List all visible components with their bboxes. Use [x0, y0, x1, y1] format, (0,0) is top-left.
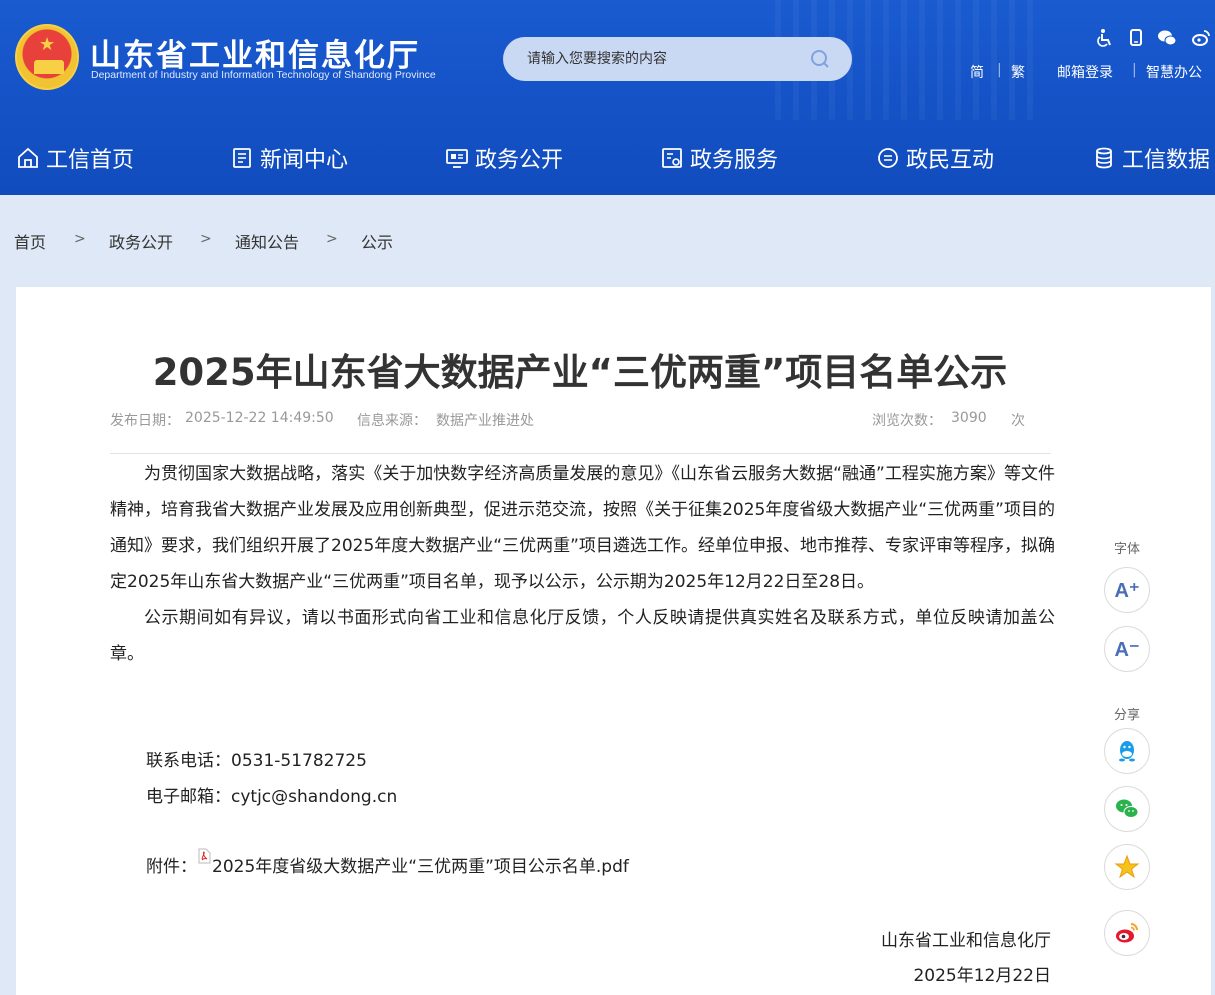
database-icon	[1096, 147, 1112, 169]
search-icon[interactable]	[810, 49, 830, 69]
breadcrumb-gov-affairs[interactable]: 政务公开	[109, 229, 173, 253]
breadcrumb-separator: >	[326, 231, 338, 247]
font-increase-button[interactable]: A⁺	[1104, 567, 1150, 613]
qzone-icon	[1114, 854, 1140, 879]
home-icon	[18, 147, 38, 168]
national-emblem-icon[interactable]: ★	[15, 24, 79, 90]
simplified-chinese-link[interactable]: 简	[970, 62, 984, 82]
breadcrumb-home[interactable]: 首页	[14, 229, 46, 253]
qq-icon	[1119, 741, 1135, 762]
font-decrease-icon: A⁻	[1114, 638, 1140, 661]
attachment-label: 附件：	[146, 857, 197, 877]
article-paragraph: 为贯彻国家大数据战略，落实《关于加快数字经济高质量发展的意见》《山东省云服务大数…	[110, 464, 1055, 592]
chat-icon	[878, 148, 898, 168]
nav-item-data[interactable]: 工信数据	[1092, 135, 1210, 181]
attachment: 附件： 2025年度省级大数据产业“三优两重”项目公示名单.pdf	[146, 848, 629, 877]
weibo-icon[interactable]	[1191, 28, 1211, 48]
search-bar	[503, 37, 852, 81]
signature-date: 2025年12月22日	[913, 966, 1051, 986]
breadcrumb-notices[interactable]: 通知公告	[235, 229, 299, 253]
publish-date-label: 发布日期：	[110, 413, 180, 429]
nav-label: 政务公开	[475, 148, 564, 173]
share-qq-button[interactable]	[1104, 728, 1150, 774]
nav-label: 政民互动	[906, 148, 995, 173]
article-body: 为贯彻国家大数据战略，落实《关于加快数字经济高质量发展的意见》《山东省云服务大数…	[110, 456, 1055, 672]
nav-item-home[interactable]: 工信首页	[16, 135, 134, 181]
phone-value: 0531-51782725	[231, 751, 367, 771]
publish-date: 2025-12-22 14:49:50	[185, 410, 334, 426]
share-wechat-button[interactable]	[1104, 786, 1150, 832]
views-unit: 次	[1011, 413, 1025, 429]
breadcrumb-separator: >	[74, 231, 86, 247]
share-weibo-button[interactable]	[1104, 910, 1150, 956]
main-nav: 工信首页 新闻中心 政务公开 政务服务 政民互动 工信数据	[0, 135, 1215, 185]
accessibility-icon[interactable]	[1094, 28, 1114, 48]
monitor-icon	[446, 149, 468, 168]
phone-label: 联系电话：	[146, 751, 231, 771]
site-subtitle: Department of Industry and Information T…	[91, 69, 436, 81]
nav-label: 新闻中心	[260, 148, 349, 173]
share-qzone-button[interactable]	[1104, 844, 1150, 890]
site-header: ★ 山东省工业和信息化厅 Department of Industry and …	[0, 0, 1215, 195]
meta-divider	[110, 453, 1051, 454]
top-utility-icons	[1090, 28, 1215, 50]
link-divider: |	[997, 62, 1002, 78]
wechat-icon[interactable]	[1157, 28, 1177, 48]
email-label: 电子邮箱：	[146, 787, 231, 807]
breadcrumb-current[interactable]: 公示	[361, 229, 393, 253]
views-label: 浏览次数：	[872, 413, 942, 429]
service-icon	[662, 148, 682, 168]
nav-label: 工信数据	[1122, 148, 1211, 173]
wechat-icon	[1116, 799, 1139, 818]
views-count: 3090	[951, 410, 987, 426]
source: 数据产业推进处	[436, 413, 534, 429]
traditional-chinese-link[interactable]: 繁	[1011, 62, 1025, 82]
link-divider: |	[1132, 62, 1137, 78]
share-label: 分享	[1113, 708, 1140, 723]
nav-label: 政务服务	[690, 148, 779, 173]
font-increase-icon: A⁺	[1114, 579, 1140, 602]
email-value: cytjc@shandong.cn	[231, 787, 398, 807]
mobile-icon[interactable]	[1126, 28, 1146, 48]
article-paragraph: 公示期间如有异议，请以书面形式向省工业和信息化厅反馈，个人反映请提供真实姓名及联…	[110, 608, 1055, 664]
nav-item-news[interactable]: 新闻中心	[230, 135, 348, 181]
pdf-icon	[198, 848, 211, 864]
smart-office-link[interactable]: 智慧办公	[1146, 62, 1202, 82]
weibo-icon	[1116, 923, 1138, 943]
news-icon	[233, 148, 251, 168]
mailbox-login-link[interactable]: 邮箱登录	[1057, 62, 1113, 82]
font-decrease-button[interactable]: A⁻	[1104, 626, 1150, 672]
nav-item-gov-services[interactable]: 政务服务	[660, 135, 778, 181]
nav-item-gov-affairs[interactable]: 政务公开	[445, 135, 563, 181]
nav-item-interaction[interactable]: 政民互动	[876, 135, 994, 181]
font-size-label: 字体	[1113, 542, 1140, 557]
article-title: 2025年山东省大数据产业“三优两重”项目名单公示	[152, 351, 1008, 394]
breadcrumb-separator: >	[200, 231, 212, 247]
search-input[interactable]	[527, 48, 797, 70]
nav-label: 工信首页	[46, 148, 135, 173]
contact-email: 电子邮箱：cytjc@shandong.cn	[146, 782, 397, 807]
top-links: 简 | 繁 邮箱登录 | 智慧办公	[966, 62, 1215, 82]
contact-phone: 联系电话：0531-51782725	[146, 746, 367, 771]
signature-org: 山东省工业和信息化厅	[881, 931, 1051, 951]
source-label: 信息来源：	[357, 413, 427, 429]
attachment-link[interactable]: 2025年度省级大数据产业“三优两重”项目公示名单.pdf	[212, 857, 629, 877]
breadcrumb: 首页 > 政务公开 > 通知公告 > 公示	[0, 229, 1215, 253]
